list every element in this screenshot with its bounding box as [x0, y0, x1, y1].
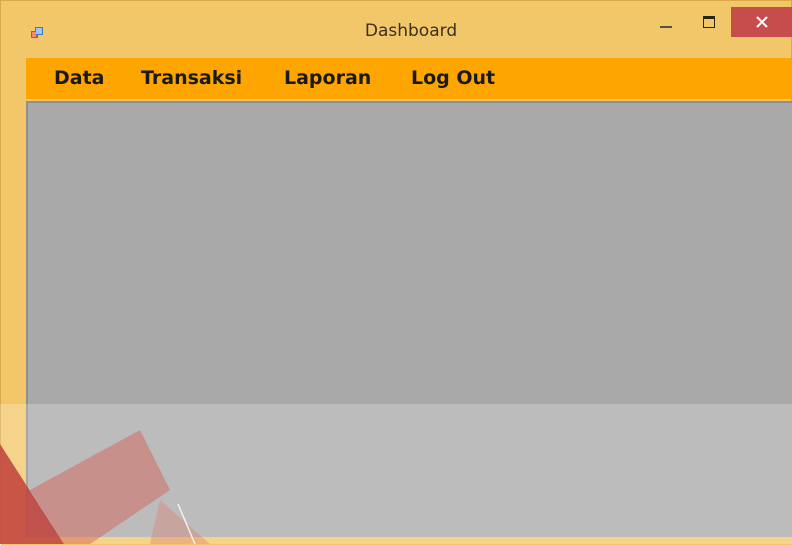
menu-item-data[interactable]: Data [54, 58, 105, 99]
menu-bar: Data Transaksi Laporan Log Out [26, 58, 792, 99]
maximize-icon [703, 16, 715, 28]
close-icon [756, 16, 768, 28]
maximize-button[interactable] [691, 7, 727, 37]
close-button[interactable] [731, 7, 792, 37]
minimize-icon [660, 26, 672, 28]
menu-item-transaksi[interactable]: Transaksi [141, 58, 242, 99]
title-bar[interactable]: Dashboard [1, 1, 792, 57]
minimize-button[interactable] [651, 7, 681, 37]
menu-item-log-out[interactable]: Log Out [411, 58, 495, 99]
menu-item-laporan[interactable]: Laporan [284, 58, 371, 99]
watermark-logo [0, 430, 210, 544]
